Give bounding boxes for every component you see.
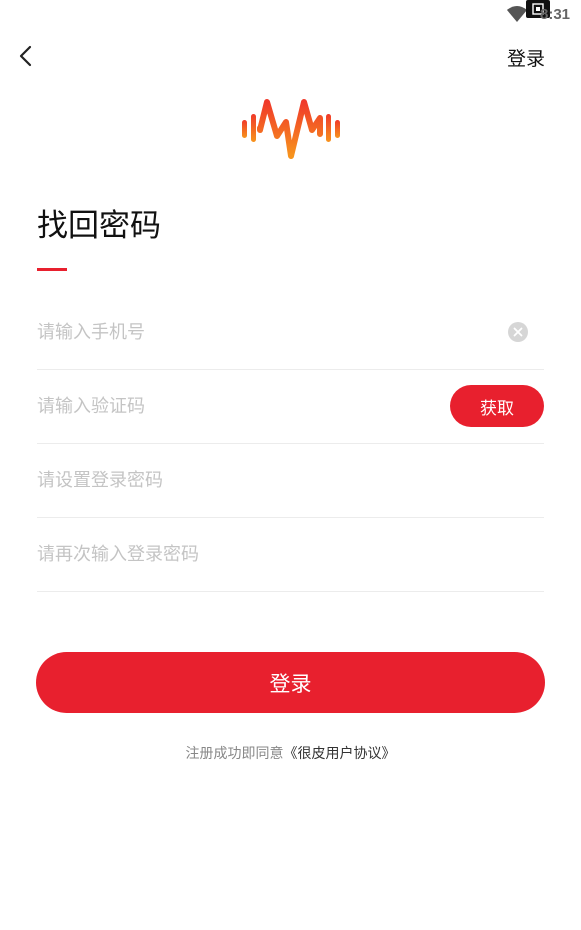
agreement-text: 注册成功即同意《很皮用户协议》 [0, 743, 581, 763]
chevron-left-icon [19, 45, 32, 67]
agreement-prefix: 注册成功即同意 [185, 746, 284, 762]
confirm-password-input[interactable] [37, 518, 437, 591]
login-button[interactable]: 登录 [36, 652, 545, 713]
waveform-logo-icon [242, 99, 340, 159]
password-field-row [37, 444, 544, 518]
back-button[interactable] [14, 42, 40, 70]
get-code-button[interactable]: 获取 [450, 385, 544, 427]
phone-field-row [37, 296, 544, 370]
confirm-password-field-row [37, 518, 544, 592]
password-input[interactable] [37, 444, 437, 517]
user-agreement-link[interactable]: 《很皮用户协议》 [284, 746, 396, 762]
wifi-icon [507, 6, 527, 22]
header-login-link[interactable]: 登录 [507, 44, 545, 71]
clear-icon[interactable] [508, 322, 528, 342]
code-field-row: 获取 [37, 370, 544, 444]
status-time: 8:31 [540, 6, 571, 23]
verification-code-input[interactable] [37, 370, 437, 443]
page-title: 找回密码 [37, 208, 161, 244]
title-underline [37, 268, 67, 271]
phone-input[interactable] [37, 296, 437, 369]
status-bar: 8:31 [0, 0, 581, 30]
